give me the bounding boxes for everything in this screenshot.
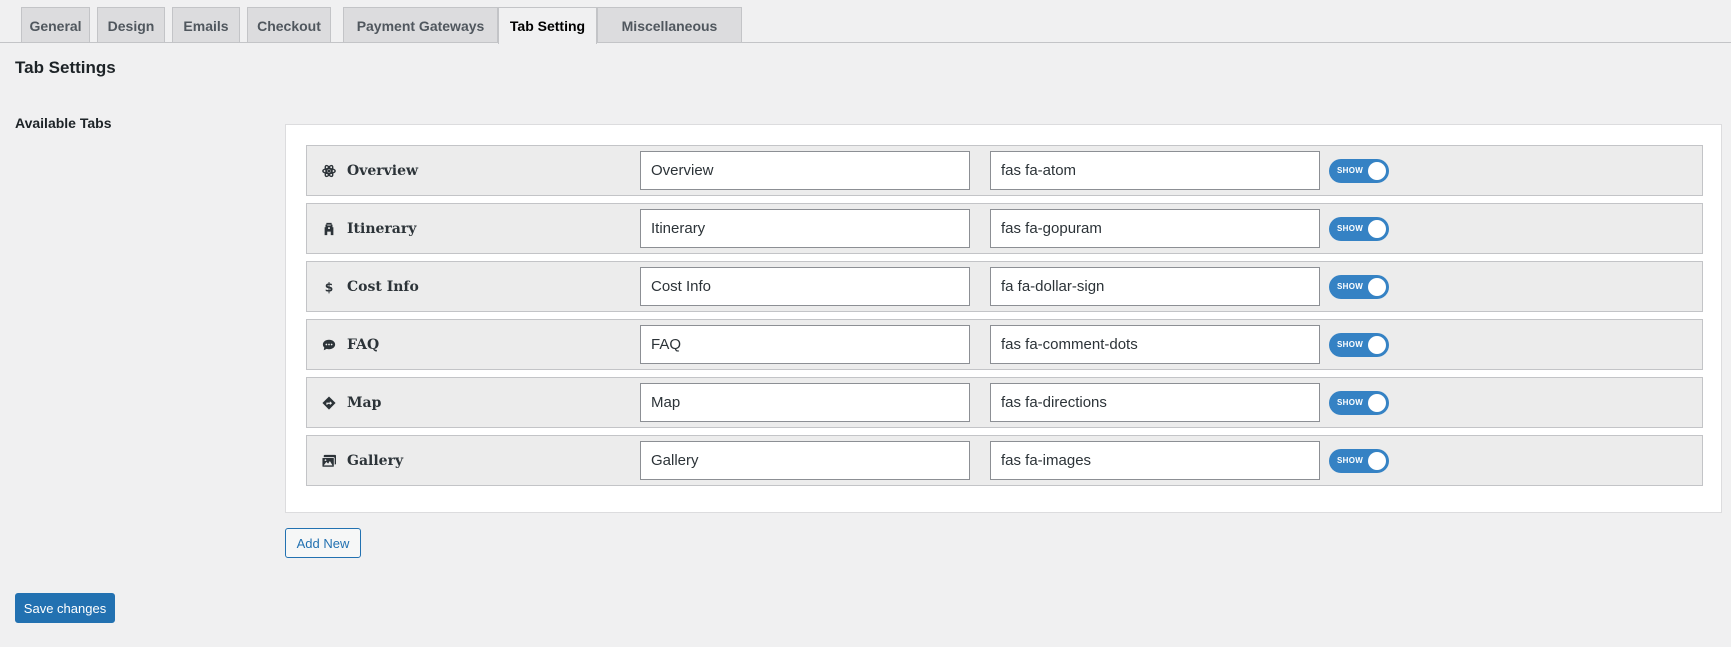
toggle-label: SHOW <box>1337 166 1364 175</box>
toggle-knob <box>1368 278 1386 296</box>
dollar-sign-icon: $ <box>321 279 337 295</box>
toggle-label: SHOW <box>1337 456 1364 465</box>
atom-icon <box>321 163 337 179</box>
show-toggle[interactable]: SHOW <box>1329 449 1389 473</box>
add-new-button[interactable]: Add New <box>285 528 361 558</box>
available-tabs-panel: Overview SHOW Itinerary SHOW $ Cost I <box>285 124 1722 513</box>
tab-icon-input[interactable] <box>990 151 1320 190</box>
toggle-label: SHOW <box>1337 282 1364 291</box>
images-icon <box>321 453 337 469</box>
tab-miscellaneous[interactable]: Miscellaneous <box>597 7 742 43</box>
tab-label-input[interactable] <box>640 441 970 480</box>
tab-name-label: Itinerary <box>347 220 417 237</box>
tab-row-map[interactable]: Map SHOW <box>306 377 1703 428</box>
toggle-label: SHOW <box>1337 398 1364 407</box>
tab-label-input[interactable] <box>640 325 970 364</box>
tab-payment-gateways[interactable]: Payment Gateways <box>343 7 498 43</box>
comment-dots-icon <box>321 337 337 353</box>
gopuram-icon <box>321 221 337 237</box>
tab-label-input[interactable] <box>640 383 970 422</box>
tab-row-gallery[interactable]: Gallery SHOW <box>306 435 1703 486</box>
tab-row-cost-info[interactable]: $ Cost Info SHOW <box>306 261 1703 312</box>
toggle-knob <box>1368 452 1386 470</box>
tab-icon-input[interactable] <box>990 209 1320 248</box>
tab-label-input[interactable] <box>640 267 970 306</box>
toggle-label: SHOW <box>1337 224 1364 233</box>
toggle-knob <box>1368 162 1386 180</box>
tab-tab-setting[interactable]: Tab Setting <box>498 7 597 44</box>
show-toggle[interactable]: SHOW <box>1329 275 1389 299</box>
tab-row-overview[interactable]: Overview SHOW <box>306 145 1703 196</box>
tab-row-name: Itinerary <box>321 204 416 253</box>
tab-row-faq[interactable]: FAQ SHOW <box>306 319 1703 370</box>
tab-row-name: $ Cost Info <box>321 262 419 311</box>
tab-icon-input[interactable] <box>990 383 1320 422</box>
tab-row-name: Gallery <box>321 436 403 485</box>
toggle-knob <box>1368 220 1386 238</box>
show-toggle[interactable]: SHOW <box>1329 159 1389 183</box>
tab-label-input[interactable] <box>640 151 970 190</box>
directions-icon <box>321 395 337 411</box>
tab-icon-input[interactable] <box>990 325 1320 364</box>
tab-name-label: Gallery <box>347 452 404 469</box>
show-toggle[interactable]: SHOW <box>1329 333 1389 357</box>
tab-row-name: Overview <box>321 146 418 195</box>
tab-row-itinerary[interactable]: Itinerary SHOW <box>306 203 1703 254</box>
save-changes-button[interactable]: Save changes <box>15 593 115 623</box>
toggle-knob <box>1368 336 1386 354</box>
toggle-knob <box>1368 394 1386 412</box>
tab-row-name: FAQ <box>321 320 379 369</box>
tab-design[interactable]: Design <box>97 7 165 43</box>
settings-tabs: General Design Emails Checkout Payment G… <box>0 7 1731 44</box>
tab-name-label: Map <box>347 394 382 411</box>
tab-checkout[interactable]: Checkout <box>247 7 331 43</box>
tab-icon-input[interactable] <box>990 441 1320 480</box>
show-toggle[interactable]: SHOW <box>1329 391 1389 415</box>
tab-label-input[interactable] <box>640 209 970 248</box>
page-title: Tab Settings <box>15 58 116 77</box>
tab-icon-input[interactable] <box>990 267 1320 306</box>
show-toggle[interactable]: SHOW <box>1329 217 1389 241</box>
tab-general[interactable]: General <box>21 7 90 43</box>
tab-row-name: Map <box>321 378 381 427</box>
tab-name-label: Cost Info <box>347 278 419 295</box>
tab-name-label: FAQ <box>347 336 380 353</box>
available-tabs-label: Available Tabs <box>15 115 112 131</box>
tab-name-label: Overview <box>347 162 419 179</box>
svg-text:$: $ <box>325 280 334 294</box>
toggle-label: SHOW <box>1337 340 1364 349</box>
tab-emails[interactable]: Emails <box>172 7 240 43</box>
